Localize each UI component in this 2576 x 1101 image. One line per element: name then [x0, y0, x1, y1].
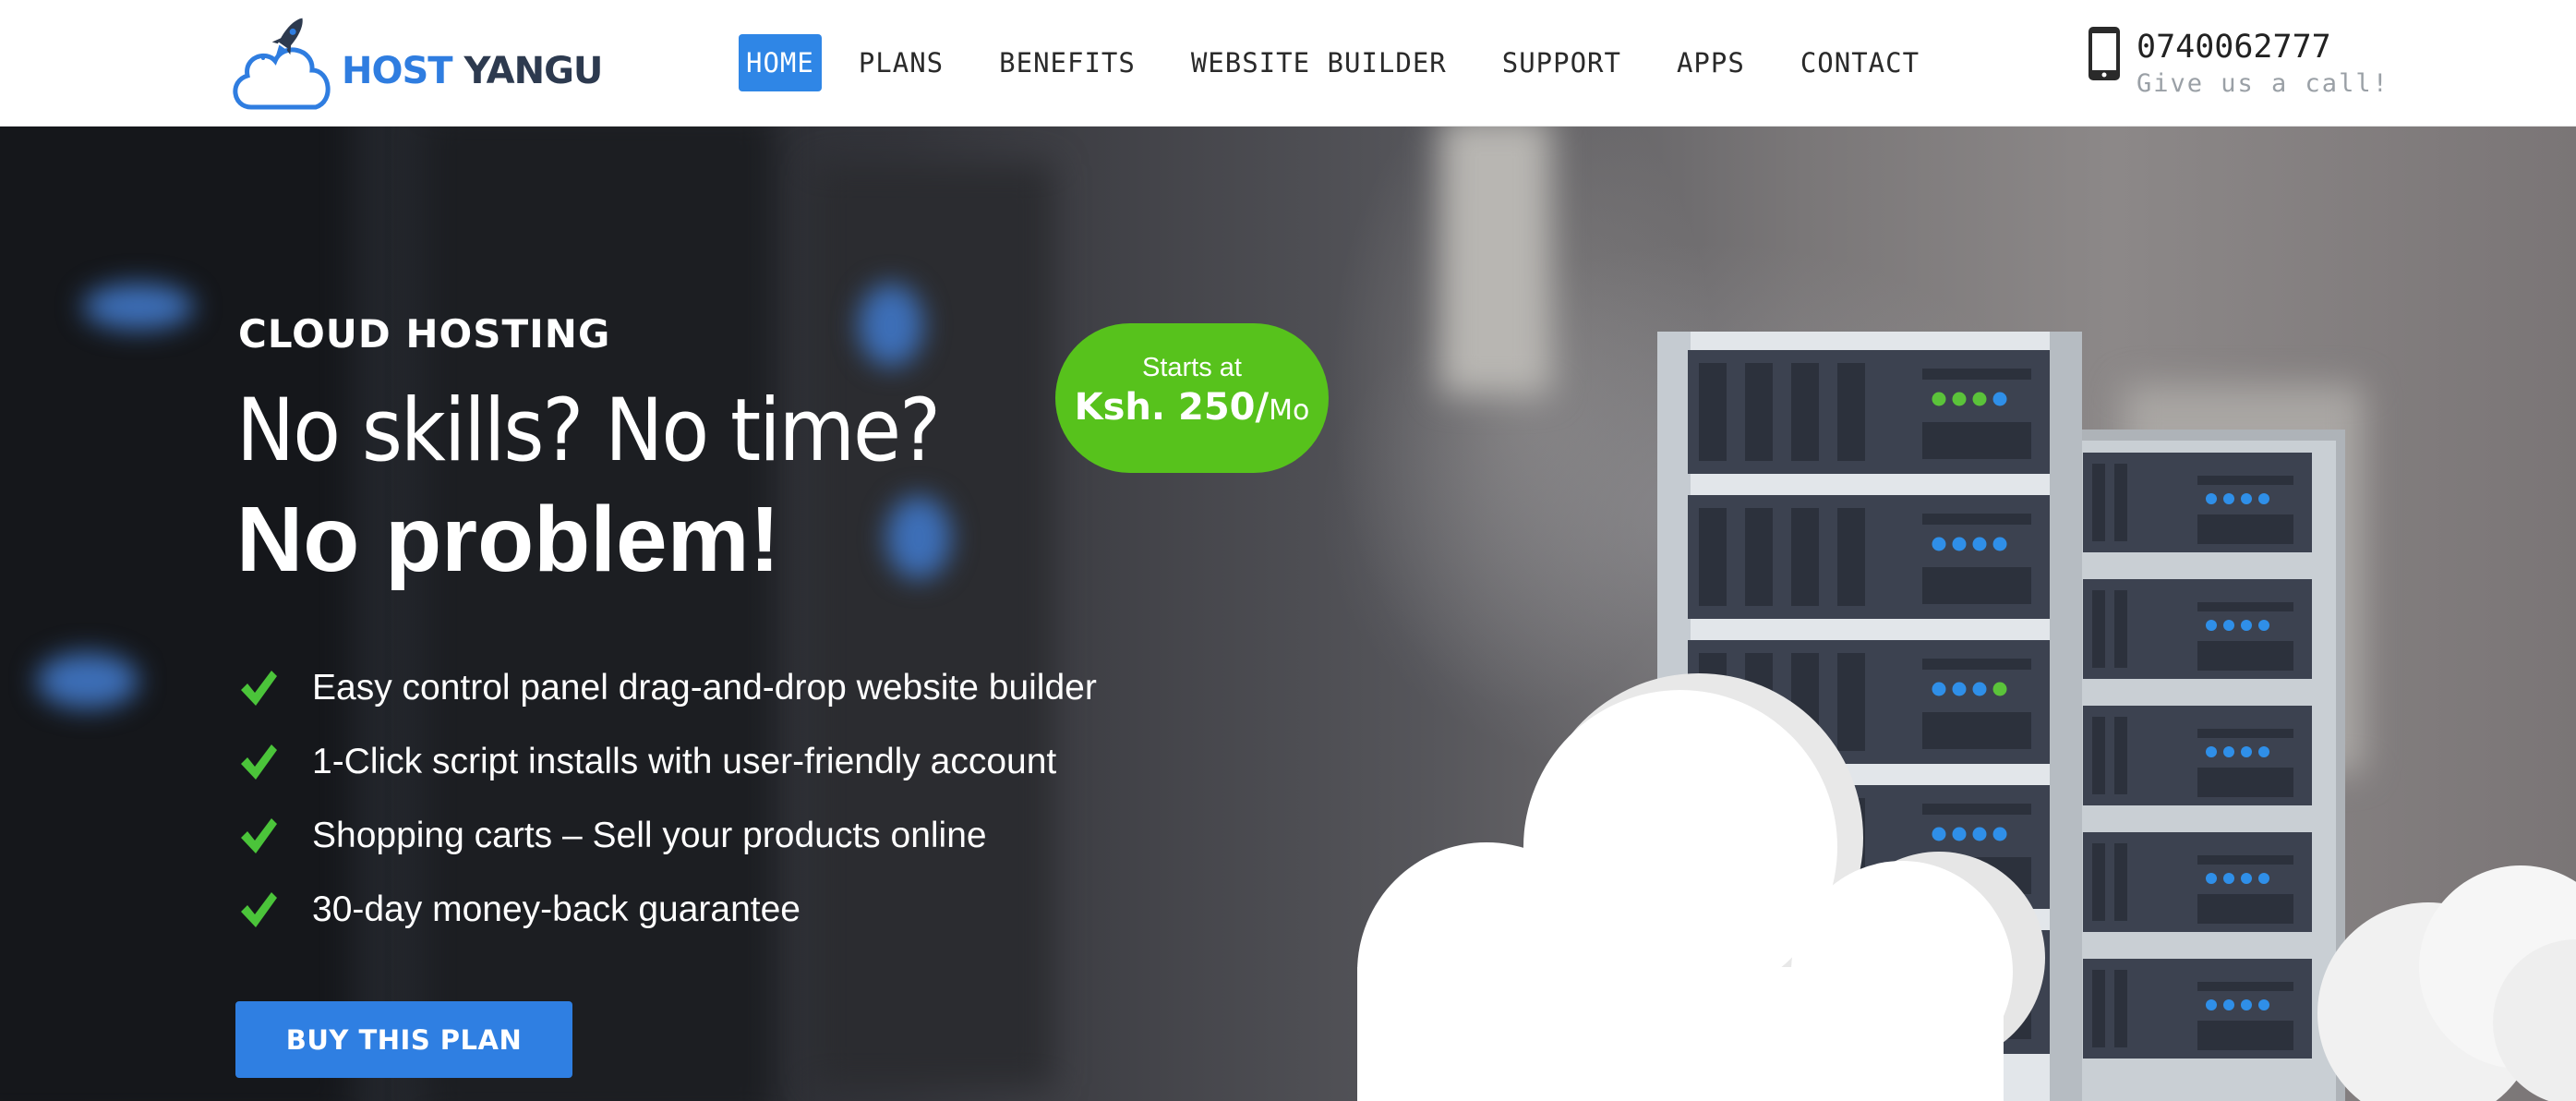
site-header: HOST YANGU HOME PLANS BENEFITS WEBSITE B… — [0, 0, 2576, 127]
nav-support[interactable]: SUPPORT — [1497, 34, 1627, 91]
brand-word-yangu: YANGU — [463, 50, 604, 92]
buy-plan-button[interactable]: BUY THIS PLAN — [235, 1001, 572, 1078]
background-rack-shape — [425, 127, 776, 1101]
nav-contact[interactable]: CONTACT — [1795, 34, 1925, 91]
feature-text: 30-day money-back guarantee — [312, 889, 800, 929]
server-cloud-illustration — [1357, 332, 2576, 1101]
hero-banner: CLOUD HOSTING No skills? No time? No pro… — [0, 127, 2576, 1101]
cloud-rocket-icon — [233, 18, 331, 110]
nav-plans[interactable]: PLANS — [853, 34, 949, 91]
price-amount: Ksh. 250/ — [1074, 386, 1270, 429]
background-glow-shape — [37, 653, 138, 708]
hero-headline-line2: No problem! — [236, 488, 780, 591]
feature-list: Easy control panel drag-and-drop website… — [238, 651, 1097, 947]
price-amount-row: Ksh. 250/Mo — [1055, 386, 1329, 429]
background-rack-shape — [813, 163, 1053, 1087]
server-rack-right — [2066, 430, 2345, 1101]
hero-headline-line1: No skills? No time? — [236, 381, 941, 481]
price-prefix: Starts at — [1142, 353, 1242, 382]
background-glow-shape — [859, 284, 923, 367]
checkmark-icon — [241, 818, 277, 853]
phone-contact[interactable]: 0740062777 Give us a call! — [2085, 25, 2546, 108]
phone-number: 0740062777 — [2137, 29, 2331, 66]
nav-benefits[interactable]: BENEFITS — [993, 34, 1141, 91]
feature-item: Easy control panel drag-and-drop website… — [238, 651, 1097, 725]
checkmark-icon — [241, 744, 277, 780]
nav-website-builder[interactable]: WEBSITE BUILDER — [1186, 34, 1452, 91]
phone-subtitle: Give us a call! — [2137, 69, 2389, 98]
checkmark-icon — [241, 671, 277, 706]
cloud-shape-right — [2317, 865, 2576, 1101]
main-nav: HOME PLANS BENEFITS WEBSITE BUILDER SUPP… — [739, 34, 1925, 91]
price-badge: Starts at Ksh. 250/Mo — [1055, 323, 1329, 473]
phone-icon — [2088, 27, 2120, 80]
feature-item: 1-Click script installs with user-friend… — [238, 725, 1097, 799]
feature-item: Shopping carts – Sell your products onli… — [238, 799, 1097, 873]
brand-word-host: HOST — [342, 50, 453, 92]
feature-text: Easy control panel drag-and-drop website… — [312, 668, 1097, 708]
background-glow-shape — [886, 496, 951, 579]
feature-item: 30-day money-back guarantee — [238, 873, 1097, 947]
feature-text: 1-Click script installs with user-friend… — [312, 742, 1057, 781]
hero-eyebrow: CLOUD HOSTING — [238, 311, 611, 357]
brand-wordmark: HOST YANGU — [342, 50, 604, 92]
background-rack-shape — [0, 127, 351, 1101]
nav-apps[interactable]: APPS — [1671, 34, 1751, 91]
nav-home[interactable]: HOME — [739, 34, 822, 91]
checkmark-icon — [241, 892, 277, 927]
background-glow-shape — [83, 284, 194, 330]
brand-logo[interactable]: HOST YANGU — [231, 17, 604, 118]
price-period: Mo — [1269, 394, 1310, 427]
feature-text: Shopping carts – Sell your products onli… — [312, 816, 987, 855]
